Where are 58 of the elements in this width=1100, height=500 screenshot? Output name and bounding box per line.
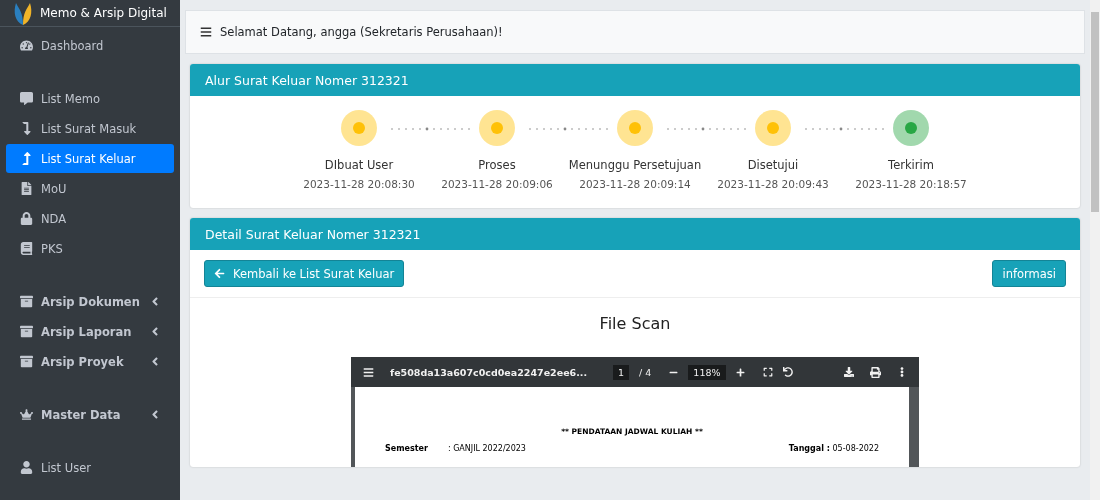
user-icon (20, 461, 33, 474)
sidebar-item[interactable]: PKS (6, 234, 174, 263)
download-icon[interactable] (844, 367, 854, 377)
sidebar-item[interactable]: NDA (6, 204, 174, 233)
document-icon (20, 182, 33, 195)
menu-icon[interactable] (200, 26, 212, 38)
sidebar-item[interactable]: Dashboard (6, 31, 174, 60)
sidebar-item[interactable]: List Surat Masuk (6, 114, 174, 143)
step-time: 2023-11-28 20:18:57 (855, 178, 967, 190)
step-time: 2023-11-28 20:09:06 (441, 178, 553, 190)
caret-icon (150, 295, 160, 308)
crown-icon (20, 408, 33, 421)
zoom-in-icon[interactable] (735, 367, 745, 377)
caret-icon (150, 355, 160, 368)
dashboard-icon (20, 39, 33, 52)
chat-icon (20, 92, 33, 105)
zoom-field[interactable]: 118% (688, 364, 726, 380)
step-time: 2023-11-28 20:09:43 (717, 178, 829, 190)
sidebar-item[interactable]: List Surat Keluar (6, 144, 174, 173)
left-arrow-icon (214, 268, 225, 279)
archive-box-icon (20, 325, 33, 338)
step-label: Disetujui (747, 158, 799, 172)
sidebar-item[interactable]: List User (6, 453, 174, 482)
caret-icon (150, 408, 160, 421)
welcome-text: Selamat Datang, angga (Sekretaris Perusahaan)! (220, 25, 503, 39)
step-label: Terkirim (888, 158, 934, 172)
sidebar-item[interactable]: Arsip Laporan (6, 317, 174, 346)
archive-box-icon (20, 295, 33, 308)
document-date: Tanggal : 05-08-2022 (788, 444, 879, 453)
archive-box-icon (20, 355, 33, 368)
step-time: 2023-11-28 20:09:14 (579, 178, 691, 190)
fit-page-icon[interactable] (762, 367, 773, 377)
lock-icon (20, 212, 33, 225)
card-title: Detail Surat Keluar Nomer 312321 (190, 218, 1080, 250)
step-label: Menunggu Persetujuan (568, 158, 702, 172)
section-title: File Scan (598, 314, 672, 333)
sidebar-item[interactable]: MoU (6, 174, 174, 203)
caret-icon (150, 325, 160, 338)
field-label: Semester (385, 444, 428, 453)
rotate-icon[interactable] (782, 367, 793, 377)
print-icon[interactable] (870, 366, 881, 378)
field-value: : GANJIL 2022/2023 (447, 444, 526, 453)
page-count: / 4 (639, 366, 652, 378)
page-number-field[interactable]: 1 (613, 364, 630, 380)
step-label: Proses (478, 158, 516, 172)
sidebar-item[interactable]: Arsip Dokumen (6, 287, 174, 316)
up-arrow-icon (20, 152, 33, 165)
sidebar-item[interactable]: Master Data (6, 400, 174, 429)
sidebar-item[interactable]: Arsip Proyek (6, 347, 174, 376)
sidebar-item[interactable]: List Memo (6, 84, 174, 113)
file-name: fe508da13a607c0cd0ea2247e2ee6... (390, 366, 588, 378)
brand-title: Memo & Arsip Digital (40, 6, 167, 20)
menu-icon[interactable] (363, 366, 374, 378)
down-arrow-icon (20, 122, 33, 135)
step-label: DIbuat User (324, 158, 394, 172)
card-title: Alur Surat Keluar Nomer 312321 (190, 64, 1080, 96)
book-icon (20, 242, 33, 255)
step-time: 2023-11-28 20:08:30 (303, 178, 415, 190)
